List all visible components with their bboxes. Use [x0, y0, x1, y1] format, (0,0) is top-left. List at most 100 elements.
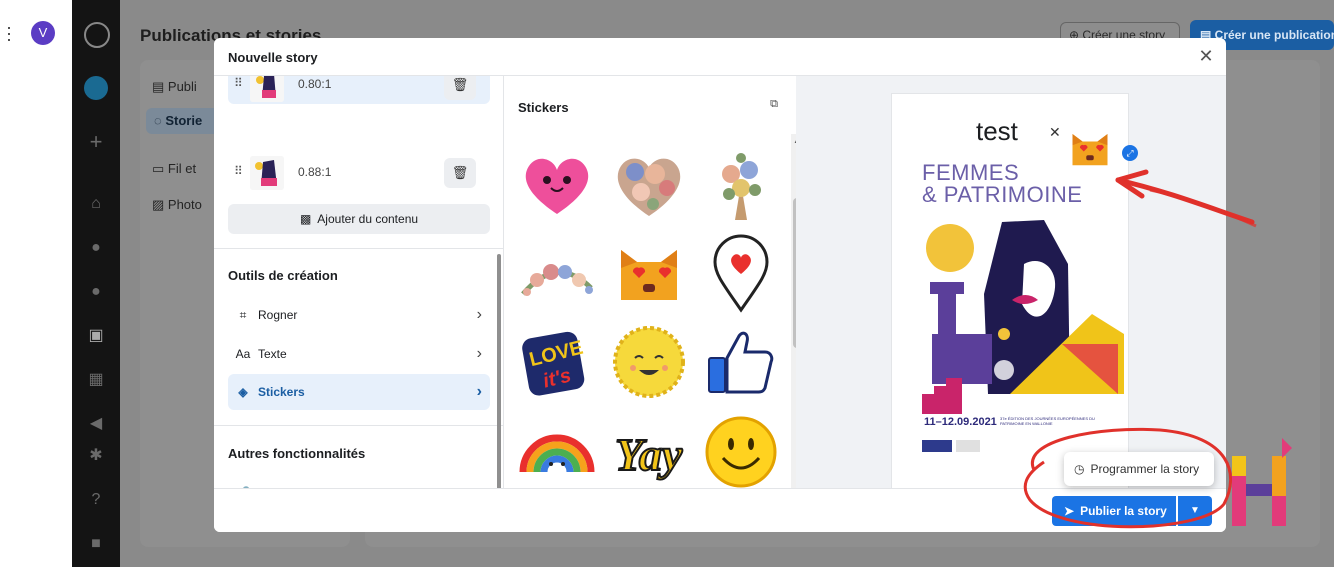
- page-avatar[interactable]: [84, 76, 108, 100]
- delete-icon[interactable]: 🗑: [444, 76, 476, 100]
- add-content-label: Ajouter du contenu: [317, 212, 419, 226]
- nav-publications[interactable]: ▤ Publi: [152, 74, 197, 100]
- add-content-button[interactable]: ▩ Ajouter du contenu: [228, 204, 490, 234]
- chevron-right-icon: ›: [477, 475, 482, 488]
- publish-options-dropdown[interactable]: ▼: [1178, 496, 1212, 526]
- clock-icon: ◷: [1074, 462, 1085, 476]
- tool-label: Rogner: [258, 308, 298, 322]
- feature-swipe-up-link[interactable]: 🔗 Lien à faire glisser vers le haut ›: [228, 475, 490, 488]
- nav-label: Photo: [167, 197, 202, 212]
- sticker-thumbs-up[interactable]: [701, 322, 781, 402]
- send-icon: ➤: [1064, 504, 1075, 518]
- tool-text[interactable]: Aa Texte ›: [228, 336, 490, 372]
- help-icon[interactable]: ?: [86, 490, 106, 510]
- story-tools-panel: ⠿ 0.80:1 🗑 ⠿ 0.88:1 🗑 ▩ Ajouter du conten…: [214, 76, 504, 488]
- sticker-icon: ◈: [238, 385, 248, 399]
- content-icon[interactable]: ▣: [86, 326, 106, 346]
- tool-label: Texte: [258, 347, 287, 361]
- resize-handle-icon[interactable]: ⤢: [1122, 145, 1138, 161]
- feedback-icon[interactable]: ■: [86, 534, 106, 554]
- story-text-overlay[interactable]: test: [976, 116, 1018, 147]
- planner-icon[interactable]: ▦: [86, 370, 106, 390]
- scrollbar[interactable]: [497, 254, 501, 488]
- sticker-flower-heart[interactable]: [609, 144, 689, 224]
- poster-date: 11–12.09.2021: [924, 416, 997, 428]
- brand-logo: [1232, 438, 1292, 526]
- delete-icon[interactable]: 🗑: [444, 158, 476, 188]
- media-thumbnail: [250, 156, 284, 190]
- poster-title-line1: FEMMES: [922, 160, 1020, 185]
- chevron-right-icon: ›: [476, 383, 482, 400]
- link-icon: 🔗: [234, 475, 252, 488]
- poster-title-line2: & PATRIMOINE: [922, 182, 1083, 207]
- nav-label: Publi: [167, 79, 197, 94]
- media-ratio: 0.80:1: [298, 77, 332, 91]
- sticker-cat-heart-eyes[interactable]: [609, 234, 689, 314]
- text-icon: Aa: [235, 347, 251, 361]
- create-publication-label: Créer une publication: [1214, 28, 1334, 42]
- add-photo-icon: ▩: [299, 212, 312, 226]
- sticker-yay[interactable]: Yay: [609, 412, 689, 488]
- messages-icon[interactable]: ●: [86, 282, 106, 302]
- creation-tools-title: Outils de création: [228, 268, 338, 283]
- stickers-panel: Stickers ⧉ LOVE it's Yay: [505, 76, 795, 488]
- avatar[interactable]: V: [31, 21, 55, 45]
- home-icon[interactable]: ⌂: [86, 194, 106, 214]
- story-preview: test FEMMES & PATRIMOINE 11–12.09.2021 3…: [892, 94, 1128, 488]
- schedule-label: Programmer la story: [1090, 462, 1200, 476]
- sticker-pink-heart[interactable]: [517, 144, 597, 224]
- close-icon[interactable]: ✕: [1196, 46, 1216, 66]
- tool-crop[interactable]: ⌗ Rogner ›: [228, 297, 490, 333]
- meta-logo-icon[interactable]: [84, 22, 110, 48]
- publications-icon: ▤: [152, 79, 168, 94]
- svg-text:Yay: Yay: [615, 429, 683, 480]
- feature-label: Lien à faire glisser vers le haut: [258, 475, 421, 488]
- ads-icon[interactable]: ◀: [86, 414, 106, 434]
- schedule-story-option[interactable]: ◷ Programmer la story: [1064, 452, 1214, 486]
- nav-label: Fil et: [167, 161, 197, 176]
- sticker-love-it[interactable]: LOVE it's: [517, 322, 597, 402]
- nav-feed[interactable]: ▭ Fil et: [152, 156, 196, 182]
- tool-label: Stickers: [258, 385, 305, 399]
- drag-handle-icon[interactable]: ⠿: [234, 164, 243, 178]
- chevron-right-icon: ›: [476, 306, 482, 323]
- navigation-rail: + ⌂ ● ● ▣ ▦ ◀ ✱ ? ■: [72, 0, 120, 567]
- outer-sidebar: · · · V: [0, 0, 72, 567]
- sticker-flower-garland[interactable]: [517, 234, 597, 314]
- sticker-flower-bouquet[interactable]: [701, 144, 781, 224]
- story-preview-area: test FEMMES & PATRIMOINE 11–12.09.2021 3…: [796, 76, 1226, 488]
- sticker-layout-icon[interactable]: ⧉: [767, 98, 781, 112]
- new-story-dialog: Nouvelle story ✕ ⠿ 0.80:1 🗑 ⠿ 0.88:1 🗑 ▩…: [214, 38, 1226, 532]
- create-icon[interactable]: +: [86, 131, 106, 153]
- divider: [214, 248, 503, 249]
- drag-handle-icon[interactable]: ⠿: [234, 76, 243, 90]
- nav-photos[interactable]: ▨ Photo: [152, 192, 202, 218]
- photos-icon: ▨: [152, 197, 168, 212]
- sticker-rainbow[interactable]: [517, 412, 597, 488]
- media-item[interactable]: ⠿ 0.88:1 🗑: [228, 154, 490, 192]
- publish-story-button[interactable]: ➤ Publier la story: [1052, 496, 1176, 526]
- settings-icon[interactable]: ✱: [86, 446, 106, 466]
- crop-icon: ⌗: [239, 308, 247, 322]
- feed-icon: ▭: [152, 161, 168, 176]
- tool-stickers[interactable]: ◈ Stickers ›: [228, 374, 490, 410]
- more-options-icon[interactable]: · · ·: [6, 18, 12, 48]
- remove-sticker-icon[interactable]: ✕: [1049, 124, 1061, 141]
- sticker-smiley-face[interactable]: [701, 412, 781, 488]
- chevron-right-icon: ›: [476, 345, 482, 362]
- media-item[interactable]: ⠿ 0.80:1 🗑: [228, 76, 490, 104]
- stickers-title: Stickers: [518, 100, 569, 115]
- nav-label: Storie: [165, 113, 203, 128]
- sticker-heart-location-pin[interactable]: [701, 234, 781, 314]
- stories-icon: ◌: [154, 113, 166, 128]
- media-ratio: 0.88:1: [298, 165, 332, 179]
- dialog-title: Nouvelle story: [228, 50, 318, 65]
- sticker-smiling-sun[interactable]: [609, 322, 689, 402]
- dialog-header: Nouvelle story ✕: [214, 38, 1226, 76]
- placed-sticker-cat[interactable]: [1064, 124, 1116, 174]
- publish-label: Publier la story: [1080, 504, 1167, 518]
- poster-subtitle: 37e ÉDITION DES JOURNÉES EUROPÉENNES DU …: [1000, 416, 1095, 426]
- chevron-down-icon: ▼: [1190, 505, 1200, 516]
- divider: [214, 425, 503, 426]
- notifications-icon[interactable]: ●: [86, 238, 106, 258]
